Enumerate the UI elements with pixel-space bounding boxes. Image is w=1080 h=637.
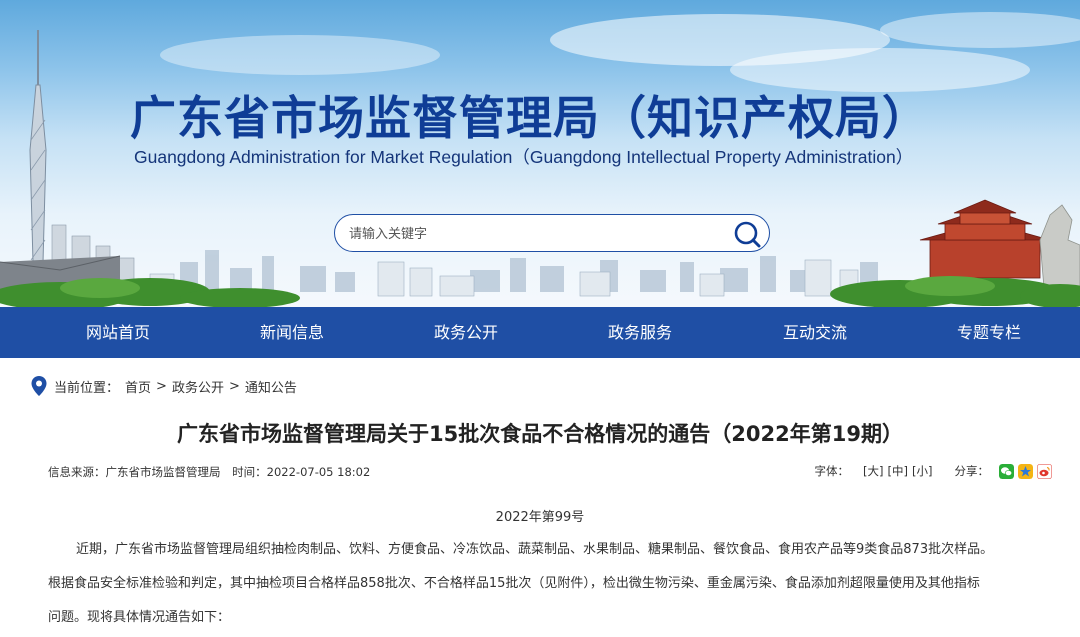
font-size-large-button[interactable]: [大] <box>863 463 883 479</box>
header-banner: 广东省市场监督管理局（知识产权局） Guangdong Administrati… <box>0 0 1080 307</box>
document-number: 2022年第99号 <box>495 510 585 525</box>
pavilion <box>919 199 1051 279</box>
breadcrumb-separator: > <box>156 378 167 394</box>
canton-tower <box>29 30 47 301</box>
article-tools: 字体： [大] [中] [小] 分享： <box>815 463 1052 479</box>
wechat-icon[interactable] <box>999 463 1014 479</box>
article-meta: 信息来源：广东省市场监督管理局 时间：2022-07-05 18:02 <box>48 464 370 480</box>
nav-item-home[interactable]: 网站首页 <box>48 307 188 358</box>
font-size-small-button[interactable]: [小] <box>912 463 932 479</box>
site-subtitle: Guangdong Administration for Market Regu… <box>134 147 914 167</box>
nav-item-interaction[interactable]: 互动交流 <box>745 307 885 358</box>
source-label: 信息来源： <box>48 465 106 479</box>
font-size-label: 字体： <box>814 464 850 478</box>
qzone-icon[interactable] <box>1018 463 1033 479</box>
search-icon[interactable] <box>733 220 761 248</box>
breadcrumb-prefix: 当前位置： <box>54 380 120 396</box>
main-nav: 网站首页 新闻信息 政务公开 政务服务 互动交流 专题专栏 <box>0 307 1080 358</box>
nav-item-services[interactable]: 政务服务 <box>570 307 710 358</box>
search-input[interactable] <box>349 223 719 245</box>
breadcrumb-home[interactable]: 首页 <box>125 377 151 396</box>
font-size-medium-button[interactable]: [中] <box>888 463 908 479</box>
breadcrumb-notices[interactable]: 通知公告 <box>245 377 297 396</box>
article-title: 广东省市场监督管理局关于15批次食品不合格情况的通告（2022年第19期） <box>177 422 903 446</box>
article-paragraph: 根据食品安全标准检验和判定，其中抽检项目合格样品858批次、不合格样品15批次（… <box>48 576 980 591</box>
breadcrumb: 当前位置： 首页 > 政务公开 > 通知公告 <box>30 375 297 397</box>
search-box <box>334 214 770 252</box>
nav-item-news[interactable]: 新闻信息 <box>222 307 362 358</box>
nav-item-public-affairs[interactable]: 政务公开 <box>396 307 536 358</box>
nav-item-topics[interactable]: 专题专栏 <box>919 307 1059 358</box>
location-pin-icon <box>31 376 47 396</box>
source-value: 广东省市场监督管理局 <box>105 465 221 479</box>
share-label: 分享： <box>954 464 990 478</box>
article-paragraph: 问题。现将具体情况通告如下： <box>48 610 231 625</box>
breadcrumb-separator: > <box>228 378 240 394</box>
weibo-icon[interactable] <box>1037 463 1052 479</box>
breadcrumb-public-affairs[interactable]: 政务公开 <box>172 377 224 396</box>
site-title: 广东省市场监督管理局（知识产权局） <box>130 91 929 145</box>
article-paragraph: 近期，广东省市场监督管理局组织抽检肉制品、饮料、方便食品、冷冻饮品、蔬菜制品、水… <box>76 542 994 557</box>
time-value: 2022-07-05 18:02 <box>266 465 371 479</box>
time-label: 时间： <box>232 465 267 479</box>
